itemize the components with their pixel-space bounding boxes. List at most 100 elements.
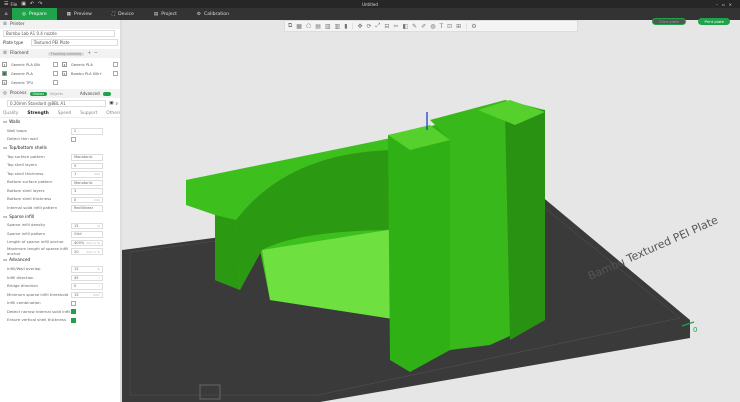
- option-input[interactable]: Monotonic: [71, 179, 103, 186]
- support-paint-icon[interactable]: ✎: [412, 23, 417, 30]
- print-plate-button[interactable]: Print plate: [698, 18, 730, 25]
- save-preset-icon[interactable]: ▣: [109, 101, 113, 106]
- option-row: Top shell thickness 1 mm: [0, 170, 121, 179]
- option-checkbox[interactable]: [71, 300, 76, 306]
- tab-label: Device: [118, 11, 134, 17]
- option-row: Ensure vertical shell thickness: [0, 316, 121, 325]
- add-plate-icon[interactable]: ▦: [296, 23, 302, 30]
- filament-item[interactable]: 3 Generic TPU: [2, 78, 62, 87]
- option-unit: °: [98, 284, 101, 289]
- plate-label: Bambu Textured PEI Plate: [586, 213, 720, 282]
- tab-device[interactable]: ⛶ Device: [102, 8, 144, 20]
- filament-color-swatch[interactable]: 5: [62, 71, 67, 76]
- advanced-switch[interactable]: [102, 91, 111, 96]
- window-controls[interactable]: –▫×: [716, 2, 736, 7]
- option-input[interactable]: Grid: [71, 231, 103, 238]
- option-row: Wall loops 2: [0, 127, 121, 136]
- option-checkbox[interactable]: [71, 137, 76, 143]
- option-input[interactable]: 0 °: [71, 283, 103, 290]
- preview-icon: ▦: [66, 11, 72, 17]
- process-tab[interactable]: Speed: [58, 111, 71, 116]
- tab-project[interactable]: ▤ Project: [144, 8, 187, 20]
- process-preset-select[interactable]: 0.20mm Standard @BBL A1: [7, 100, 107, 107]
- global-toggle[interactable]: Global: [29, 91, 47, 96]
- assembly-icon[interactable]: ⊞: [456, 23, 461, 30]
- filament-edit-icon[interactable]: [53, 62, 58, 67]
- seam-paint-icon[interactable]: ✐: [421, 23, 426, 30]
- tab-calibration[interactable]: ⚙ Calibration: [187, 8, 239, 20]
- tab-preview[interactable]: ▦ Preview: [57, 8, 102, 20]
- filament-edit-icon[interactable]: [53, 71, 58, 76]
- filament-color-swatch[interactable]: 4: [62, 62, 67, 67]
- filament-color-swatch[interactable]: 3: [2, 80, 7, 85]
- option-input[interactable]: Monotonic: [71, 154, 103, 161]
- option-row: Infill/Wall overlap 15%: [0, 265, 121, 274]
- option-label: Detect narrow internal solid infill: [7, 308, 71, 314]
- cut-icon[interactable]: ✂: [393, 23, 398, 30]
- option-input[interactable]: 15 mm²: [71, 291, 103, 299]
- filament-color-swatch[interactable]: 1: [2, 62, 7, 67]
- option-input[interactable]: 15%: [71, 222, 103, 229]
- filament-color-swatch[interactable]: 2: [2, 71, 7, 76]
- process-tab[interactable]: Quality: [3, 111, 18, 116]
- printer-name: Bambu Lab A1 0.4 nozzle: [6, 31, 57, 36]
- option-unit: %: [97, 267, 100, 272]
- add-object-icon[interactable]: ⧉: [288, 22, 292, 30]
- home-button[interactable]: ⌂: [0, 8, 12, 20]
- slice-plate-button[interactable]: Slice plate: [652, 18, 686, 25]
- objects-toggle[interactable]: Objects: [50, 92, 63, 96]
- split-parts-icon[interactable]: ▥: [335, 23, 341, 30]
- filament-edit-icon[interactable]: [53, 80, 58, 85]
- color-paint-icon[interactable]: ◍: [430, 23, 435, 30]
- filament-item[interactable]: 2 Generic PLA: [2, 69, 62, 78]
- filament-item[interactable]: 5 Bambu PLA Silk+: [62, 69, 121, 78]
- option-input[interactable]: Rectilinear: [71, 205, 103, 212]
- view-settings-icon[interactable]: ⚙: [471, 23, 476, 30]
- rotate-icon[interactable]: ⟳: [367, 23, 372, 30]
- search-icon[interactable]: ⌕: [115, 101, 118, 107]
- arrange-icon[interactable]: ▤: [315, 23, 321, 30]
- option-input[interactable]: 2: [71, 128, 103, 135]
- orient-icon[interactable]: ⬠: [306, 23, 311, 30]
- printer-select[interactable]: Bambu Lab A1 0.4 nozzle: [3, 30, 115, 37]
- option-input[interactable]: 20 mm or %: [71, 248, 103, 255]
- filament-item[interactable]: 1 Generic PLA Silk: [2, 60, 62, 69]
- group-icon: ▭: [3, 120, 8, 125]
- process-tab[interactable]: Support: [80, 111, 97, 116]
- scale-icon[interactable]: ⤢: [376, 22, 381, 30]
- option-label: Length of sparse infill anchor: [7, 239, 64, 245]
- plate-type-select[interactable]: Textured PEI Plate: [30, 39, 118, 46]
- filament-item[interactable]: 4 Generic PLA: [62, 60, 121, 69]
- option-checkbox[interactable]: [71, 309, 76, 315]
- option-input[interactable]: 0 mm: [71, 196, 103, 203]
- process-tab[interactable]: Strength: [27, 111, 48, 116]
- option-label: Top shell layers: [7, 162, 37, 168]
- option-label: Maximum length of sparse infill anchor: [7, 246, 69, 256]
- layers-icon[interactable]: ▮: [344, 23, 347, 30]
- filament-icon: ☰: [3, 51, 7, 56]
- lay-on-face-icon[interactable]: ⊟: [384, 23, 389, 30]
- group-header: ▭ Walls: [0, 118, 121, 127]
- option-value: 15: [74, 223, 79, 228]
- option-input[interactable]: 400% mm or %: [71, 239, 103, 246]
- text-icon[interactable]: T: [439, 23, 443, 30]
- option-input[interactable]: 45 °: [71, 274, 103, 282]
- remove-filament-icon[interactable]: −: [94, 51, 98, 56]
- option-checkbox[interactable]: [71, 317, 76, 323]
- mesh-boolean-icon[interactable]: ◧: [402, 23, 408, 30]
- add-filament-icon[interactable]: +: [87, 51, 91, 56]
- 3d-viewport[interactable]: Bambu Textured PEI Plate 0: [122, 32, 740, 402]
- flushing-volumes-button[interactable]: Flushing volumes: [47, 51, 85, 56]
- move-icon[interactable]: ✥: [358, 23, 363, 30]
- option-input[interactable]: 1 mm: [71, 171, 103, 178]
- process-tab[interactable]: Others: [106, 111, 120, 116]
- tab-prepare[interactable]: ◎ Prepare: [12, 8, 57, 20]
- option-value: Grid: [74, 232, 82, 237]
- measure-icon[interactable]: ⊡: [447, 23, 452, 30]
- filament-edit-icon[interactable]: [113, 62, 118, 67]
- option-input[interactable]: 15%: [71, 266, 103, 273]
- split-objects-icon[interactable]: ▥: [325, 23, 331, 30]
- filament-edit-icon[interactable]: [113, 71, 118, 76]
- option-input[interactable]: 5: [71, 162, 103, 169]
- option-input[interactable]: 3: [71, 188, 103, 195]
